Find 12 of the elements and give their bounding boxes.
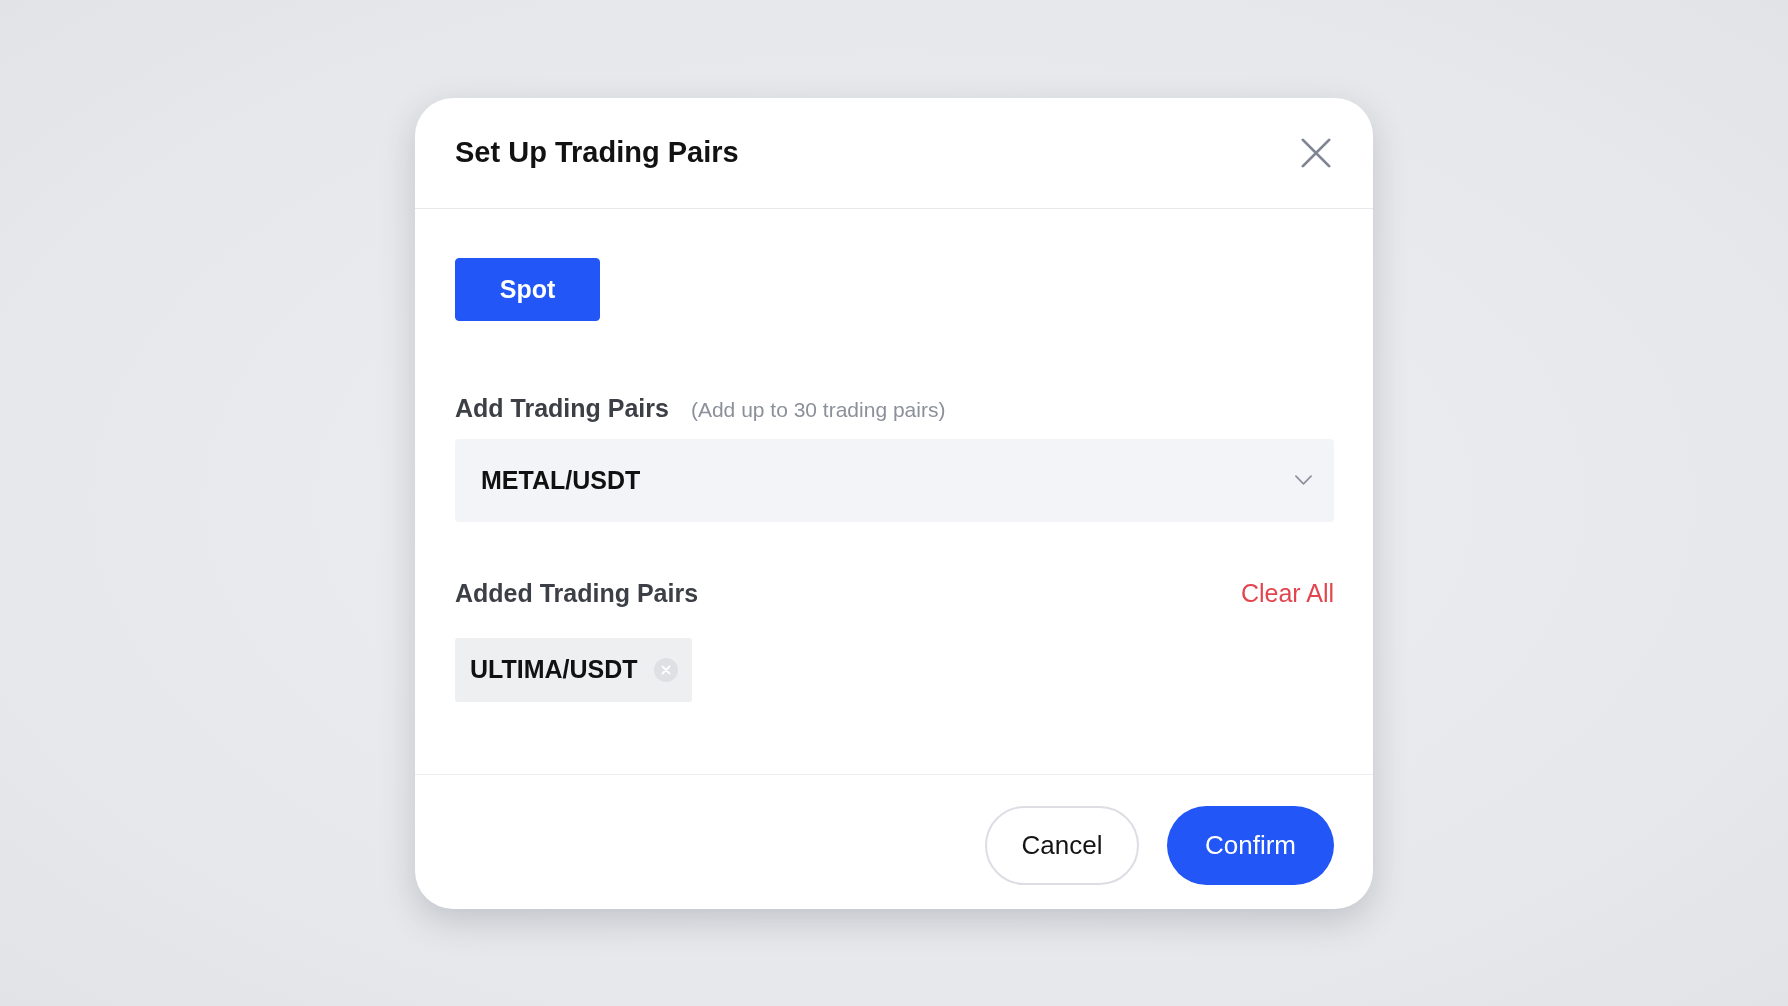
cancel-button[interactable]: Cancel — [985, 805, 1139, 885]
close-icon[interactable] — [1301, 137, 1331, 168]
clear-all-link[interactable]: Clear All — [1240, 577, 1334, 608]
dialog-title: Set Up Trading Pairs — [455, 136, 739, 169]
pair-label: ULTIMA/USDT — [470, 655, 638, 684]
confirm-button[interactable]: Confirm — [1167, 805, 1334, 885]
market-tab[interactable]: Spot — [455, 257, 600, 321]
section-label: Added Trading Pairs — [455, 577, 699, 608]
pair-select[interactable]: METAL/USDT — [455, 438, 1334, 522]
hint-text: (Add up to 30 trading pairs) — [690, 396, 946, 423]
chevron-down-icon — [1295, 475, 1312, 485]
section-label: Add Trading Pairs — [455, 392, 669, 423]
